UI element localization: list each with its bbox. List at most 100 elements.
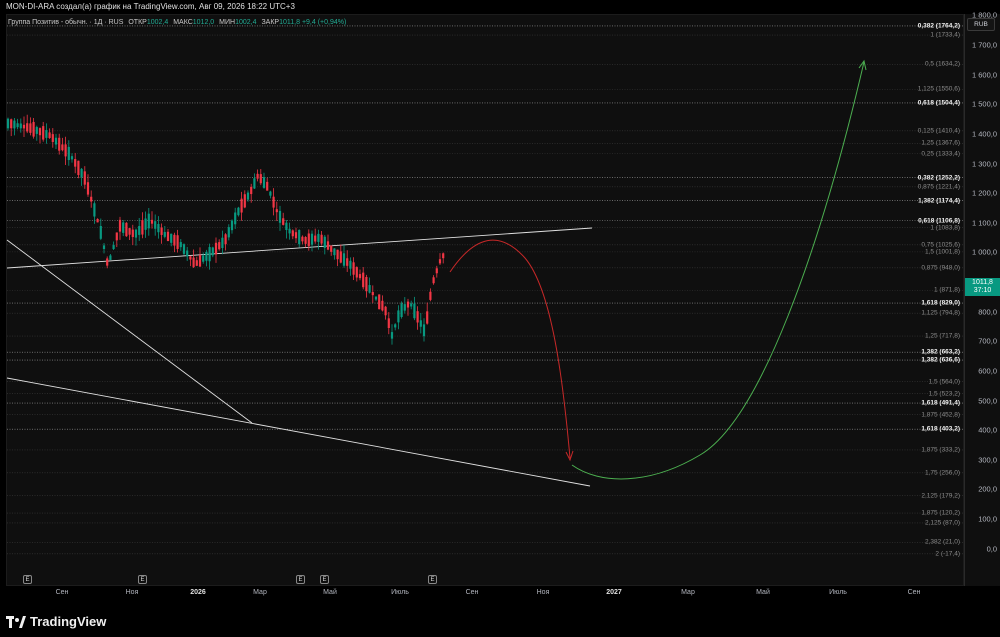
candle-body <box>352 262 355 275</box>
candle-body <box>58 137 61 151</box>
price-axis[interactable]: 1 800,0 1 700,0 1 600,0 1 500,0 1 400,0 1 300… <box>964 11 1000 586</box>
time-label: Май <box>756 589 770 596</box>
fib-level-label: 1,382 (1174,4) <box>918 197 960 205</box>
fib-level-label: 1,875 (452,8) <box>921 411 960 419</box>
candle-body <box>54 137 58 145</box>
candle-body <box>227 227 230 238</box>
fib-level-label: 2,125 (87,0) <box>924 519 960 527</box>
candle-body <box>10 119 13 129</box>
candle-body <box>99 225 102 239</box>
earnings-marker[interactable]: E <box>138 575 147 584</box>
candle-body <box>166 231 170 242</box>
candle-body <box>435 268 438 274</box>
candle-body <box>419 320 422 327</box>
last-price-label: 1011,8 37:10 <box>965 278 1000 296</box>
candle-body <box>390 332 394 339</box>
projection-down-curve <box>449 239 571 459</box>
fib-level-label: 0,75 (1025,6) <box>921 241 960 249</box>
candle-body <box>208 247 211 262</box>
candle-body <box>346 258 349 266</box>
fib-level-label: 1,25 (717,8) <box>924 332 960 340</box>
fib-level-label: 2 (-17,4) <box>935 550 960 558</box>
candle-body <box>381 300 384 311</box>
candle-body <box>202 255 205 262</box>
time-label: Ноя <box>536 589 550 596</box>
candle-body <box>51 134 54 142</box>
candle-body <box>218 242 221 250</box>
price-tick: 500,0 <box>978 396 997 406</box>
candle-body <box>378 294 381 310</box>
candle-body <box>301 236 304 242</box>
change-value: +9,4 (+0,94%) <box>301 19 347 26</box>
tradingview-logo-text: TradingView <box>30 613 107 629</box>
time-label: Сен <box>55 589 69 596</box>
candle-body <box>413 303 416 319</box>
candle-body <box>240 198 243 213</box>
currency-button[interactable]: RUB <box>967 18 995 31</box>
candle-body <box>403 304 406 311</box>
candle-body <box>141 220 144 235</box>
candle-body <box>131 229 134 238</box>
candle-body <box>432 277 435 284</box>
candle-body <box>6 118 10 129</box>
candle-body <box>115 232 118 241</box>
time-label: 2026 <box>190 589 206 596</box>
candle-body <box>42 126 45 140</box>
symbol-legend[interactable]: Группа Позитив - обычн. · 1Д · RUS ОТКР 1… <box>8 19 346 26</box>
time-label: Ноя <box>125 589 139 596</box>
fib-level-label: 1,125 (1550,6) <box>917 85 960 93</box>
candle-body <box>29 123 32 133</box>
candle-body <box>314 235 317 242</box>
candle-body <box>86 182 90 195</box>
candle-body <box>230 220 234 231</box>
high-value: 1012,0 <box>192 19 215 26</box>
candle-body <box>35 127 38 134</box>
candle-body <box>269 191 272 196</box>
fib-level-label: 1,618 (829,0) <box>921 299 960 307</box>
projection-up-curve <box>571 61 865 480</box>
candle-body <box>282 218 285 225</box>
candle-body <box>154 221 157 229</box>
fib-level-label: 1,618 (403,2) <box>921 425 960 433</box>
fib-level-label: 2,382 (21,0) <box>924 538 960 546</box>
candle-body <box>150 219 154 224</box>
candle-body <box>253 178 256 189</box>
candle-body <box>438 259 442 264</box>
candle-body <box>416 311 419 323</box>
price-tick: 400,0 <box>978 425 997 435</box>
tradingview-logo[interactable]: TradingView <box>6 612 106 630</box>
candle-body <box>38 128 42 136</box>
fib-level-label: 0,875 (1221,4) <box>917 183 960 191</box>
price-tick: 100,0 <box>978 514 997 524</box>
earnings-marker[interactable]: E <box>428 575 437 584</box>
time-axis[interactable]: Сен Ноя 2026 Мар Май Июль Сен Ноя 2027 Мар Май Июль… <box>6 586 964 600</box>
bar-countdown: 37:10 <box>973 287 992 294</box>
fib-level-label: 1,875 (120,2) <box>921 509 960 517</box>
earnings-marker[interactable]: E <box>296 575 305 584</box>
candle-body <box>365 277 368 292</box>
earnings-marker[interactable]: E <box>320 575 329 584</box>
candle-body <box>394 324 397 328</box>
symbol-name[interactable]: Группа Позитив - обычн. · 1Д · RUS <box>8 19 123 26</box>
candle-body <box>262 177 266 188</box>
open-label: ОТКР <box>128 19 147 26</box>
candle-body <box>186 250 189 257</box>
candle-body <box>163 232 166 237</box>
candle-body <box>134 229 138 238</box>
candle-body <box>246 192 250 200</box>
fib-level-label: 0,382 (1252,2) <box>917 174 960 182</box>
candle-body <box>298 230 301 245</box>
candle-body <box>205 251 208 261</box>
candle-body <box>358 274 362 279</box>
candle-body <box>349 260 352 269</box>
time-label: Мар <box>253 589 267 596</box>
candle-body <box>195 260 198 266</box>
price-tick: 1 500,0 <box>971 99 997 109</box>
candle-body <box>278 210 282 223</box>
earnings-marker[interactable]: E <box>23 575 32 584</box>
candle-body <box>317 233 320 242</box>
low-label: МИН <box>219 19 236 26</box>
price-tick: 1 600,0 <box>971 70 997 80</box>
high-label: МАКС <box>173 19 193 26</box>
candle-body <box>93 203 96 217</box>
